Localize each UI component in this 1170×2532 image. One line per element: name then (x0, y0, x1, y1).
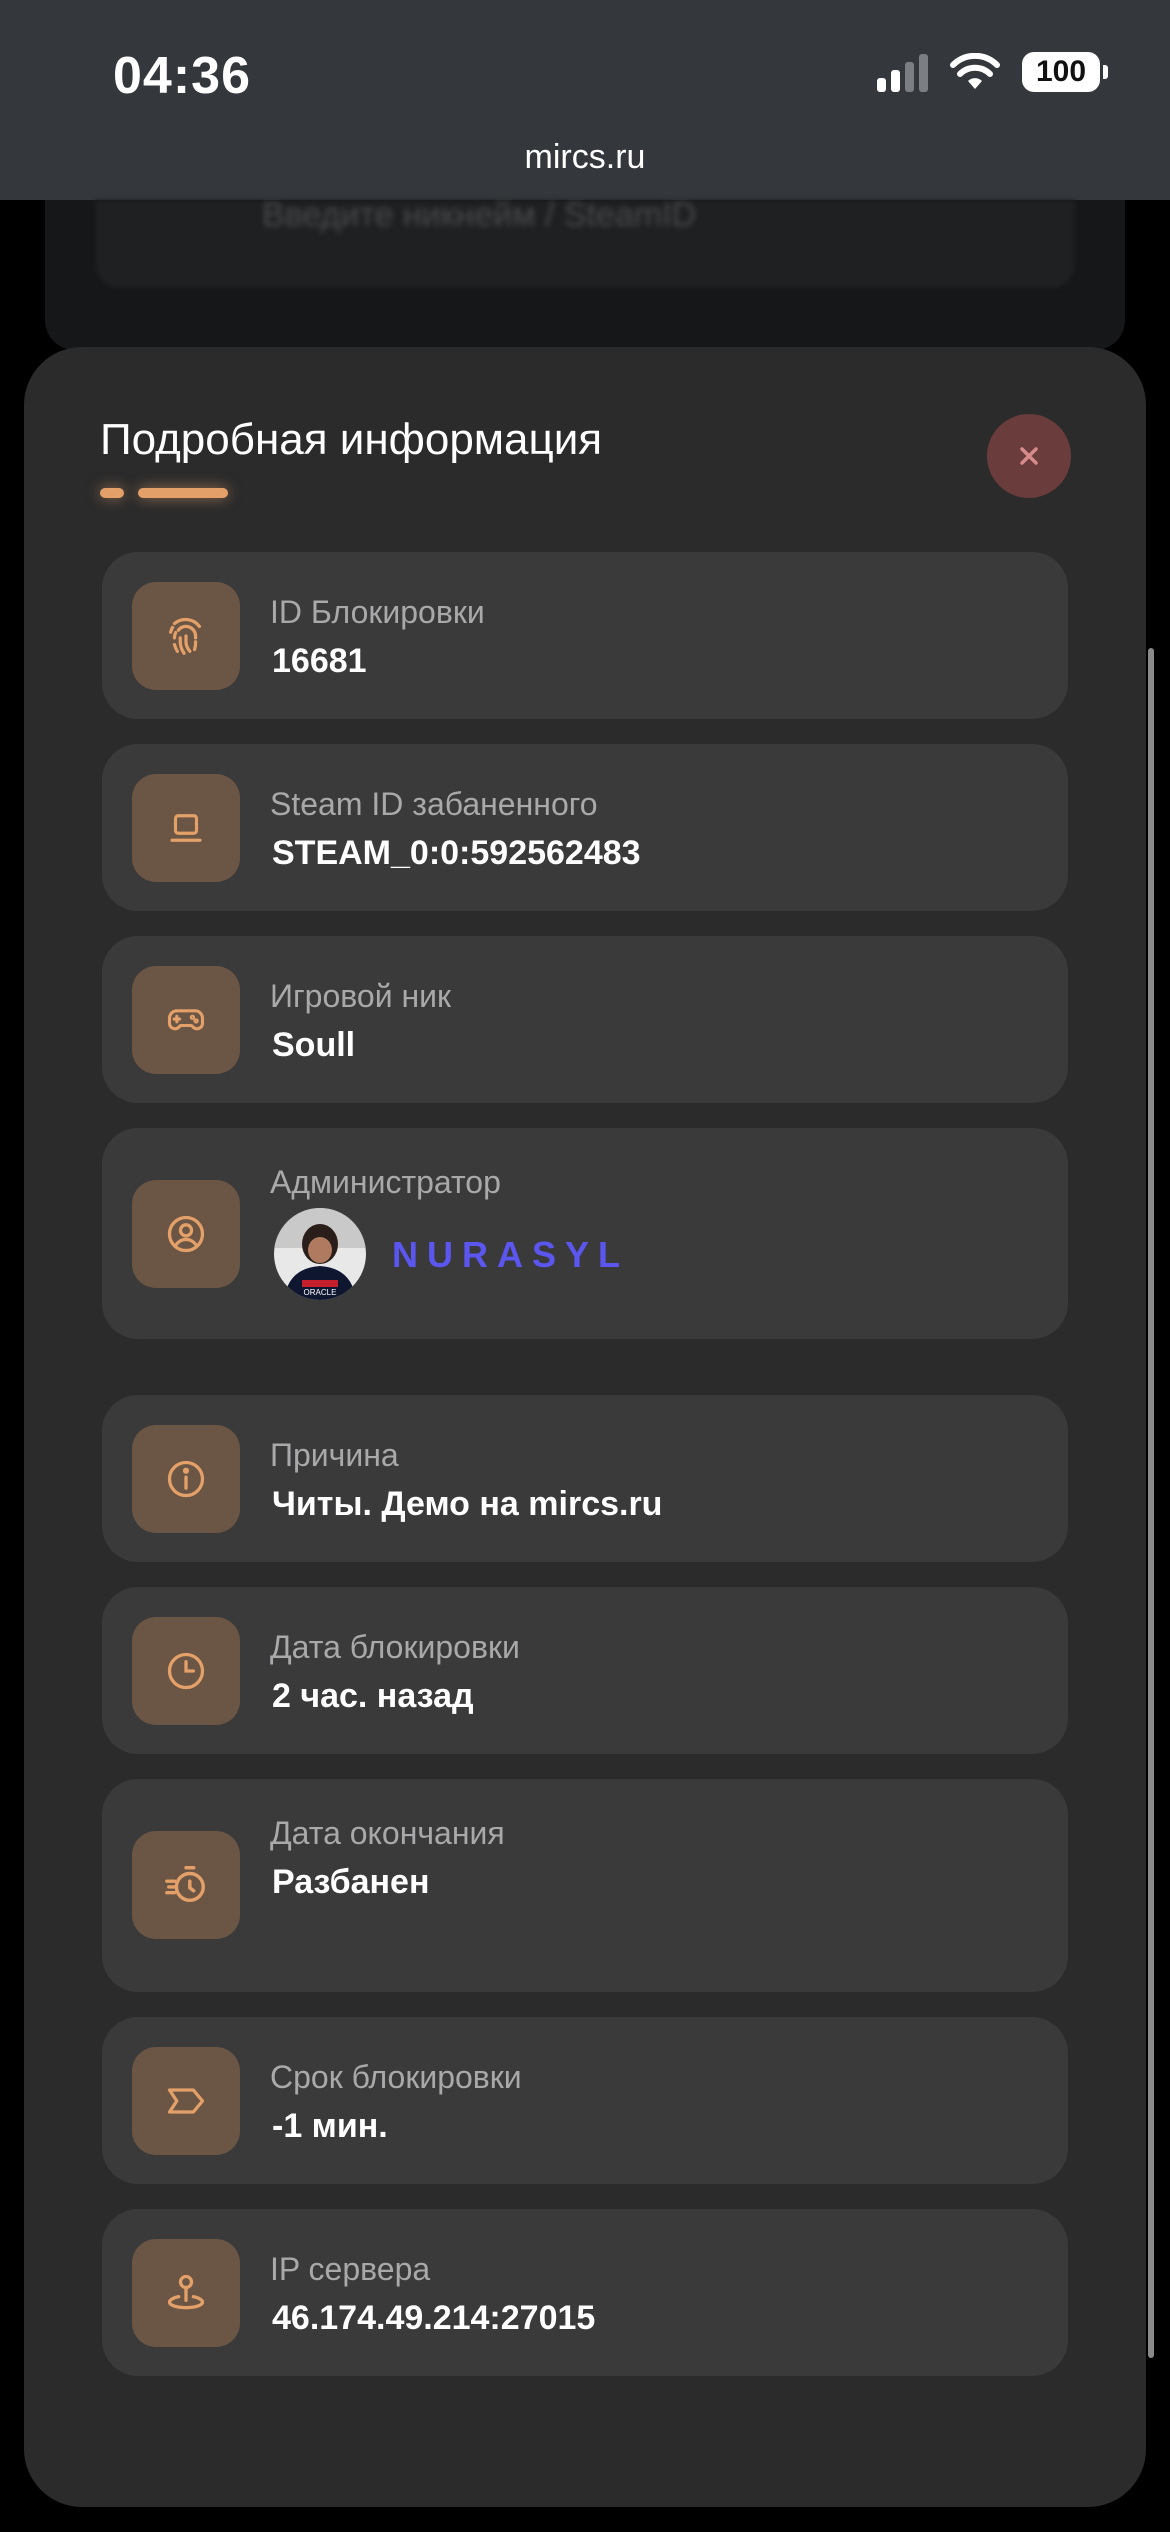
user-circle-icon (167, 1215, 205, 1253)
tag-arrow-icon (167, 2088, 205, 2114)
laptop-icon (170, 814, 202, 842)
icon-box (132, 1831, 240, 1939)
cellular-signal-icon (877, 52, 928, 92)
browser-url[interactable]: mircs.ru (0, 138, 1170, 177)
background-search-placeholder: Введите никнейм / SteamID (262, 196, 697, 234)
modal-title: Подробная информация (100, 415, 603, 464)
info-card-reason: Причина Читы. Демо на mircs.ru (102, 1395, 1068, 1562)
info-card-nickname: Игровой ник Soull (102, 936, 1068, 1103)
field-value: Soull (272, 1026, 356, 1064)
field-label: Причина (270, 1437, 399, 1473)
admin-avatar[interactable]: ORACLE (274, 1208, 366, 1300)
field-value: 2 час. назад (272, 1677, 474, 1715)
icon-box (132, 2239, 240, 2347)
field-label: Дата окончания (270, 1815, 505, 1851)
field-label: Администратор (270, 1164, 501, 1200)
stopwatch-icon (165, 1866, 205, 1903)
close-icon (1020, 447, 1038, 465)
field-value: 16681 (272, 642, 367, 680)
scrollbar[interactable] (1148, 648, 1154, 2358)
svg-text:ORACLE: ORACLE (304, 1288, 337, 1297)
field-value: -1 мин. (272, 2107, 388, 2145)
field-label: Steam ID забаненного (270, 786, 598, 822)
status-time: 04:36 (113, 47, 251, 105)
icon-box (132, 2047, 240, 2155)
icon-box (132, 582, 240, 690)
icon-box (132, 774, 240, 882)
field-value: Читы. Демо на mircs.ru (272, 1485, 663, 1523)
field-label: Срок блокировки (270, 2059, 522, 2095)
field-value: Разбанен (272, 1863, 430, 1901)
icon-box (132, 1180, 240, 1288)
fingerprint-icon (169, 617, 202, 655)
battery-indicator: 100 (1022, 52, 1108, 92)
field-label: Дата блокировки (270, 1629, 520, 1665)
status-icons: 100 (877, 52, 1108, 92)
close-button[interactable] (987, 414, 1071, 498)
wifi-icon (950, 53, 1000, 89)
details-modal: Подробная информация ID Блокировки 16681… (24, 347, 1146, 2507)
icon-box (132, 966, 240, 1074)
info-card-admin: Администратор ORACLE NURASYL (102, 1128, 1068, 1339)
field-label: Игровой ник (270, 978, 452, 1014)
info-card-ban-id: ID Блокировки 16681 (102, 552, 1068, 719)
avatar-image: ORACLE (274, 1208, 366, 1300)
info-icon (167, 1460, 205, 1498)
icon-box (132, 1425, 240, 1533)
admin-name-link[interactable]: NURASYL (392, 1234, 629, 1276)
title-accent-line (138, 488, 228, 498)
location-pin-icon (167, 2274, 205, 2310)
gamepad-icon (167, 1009, 205, 1031)
field-value: STEAM_0:0:592562483 (272, 834, 641, 872)
info-card-ban-duration: Срок блокировки -1 мин. (102, 2017, 1068, 2184)
info-card-steam-id: Steam ID забаненного STEAM_0:0:592562483 (102, 744, 1068, 911)
clock-icon (167, 1652, 205, 1690)
field-label: ID Блокировки (270, 594, 485, 630)
title-accent-dot (100, 488, 124, 498)
info-card-ban-date: Дата блокировки 2 час. назад (102, 1587, 1068, 1754)
status-and-url-bar: 04:36 100 mircs.ru (0, 0, 1170, 200)
info-card-end-date: Дата окончания Разбанен (102, 1779, 1068, 1992)
info-card-server-ip: IP сервера 46.174.49.214:27015 (102, 2209, 1068, 2376)
field-label: IP сервера (270, 2251, 431, 2287)
field-value: 46.174.49.214:27015 (272, 2299, 596, 2337)
icon-box (132, 1617, 240, 1725)
